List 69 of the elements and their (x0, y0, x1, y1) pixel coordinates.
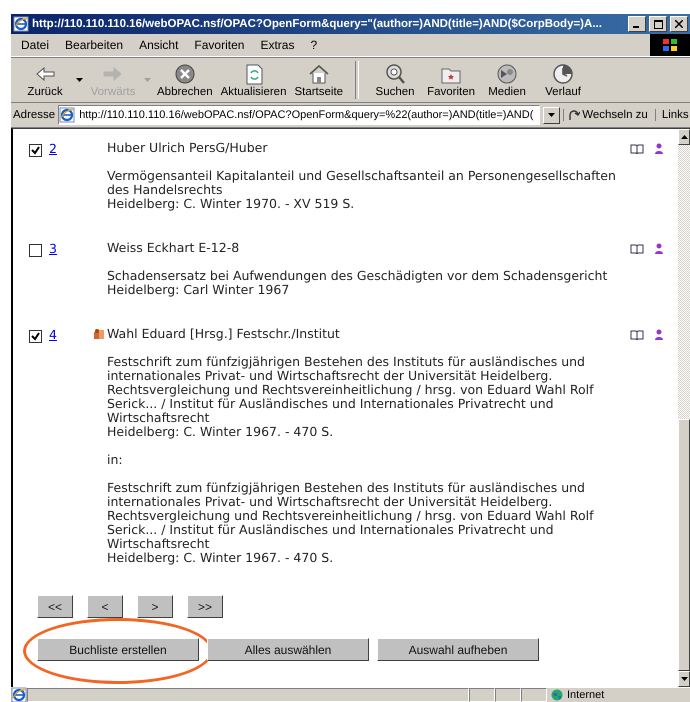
status-panel (521, 688, 547, 702)
menu-item[interactable]: Favoriten (186, 38, 252, 52)
menu-item[interactable]: ? (302, 38, 326, 52)
page-button[interactable]: < (87, 595, 123, 618)
book-icon[interactable] (630, 143, 644, 154)
result-description: Schadensersatz bei Aufwendungen des Geschädigten vor dem Schadensgericht Heidelberg: Carl Winter 1967 (107, 269, 608, 297)
stop-icon (172, 62, 197, 86)
result-description: Festschrift zum fünfzigjährigen Bestehen des Instituts für ausländisches und internationales Privat- und Wirtschaftsrecht der Universität Heidelberg. Rechtsvergleichung und Rechtsvereinheitlichung / hrsg. von Eduard Wahl Rolf Serick... / Institut für Ausländisches und Internationales Privatrecht und Wirtschaftsrecht Heidelberg: C. Winter 1967. - 470 S. (107, 481, 595, 565)
media-icon (495, 62, 520, 86)
maximize-icon (654, 20, 662, 28)
result-description: Vermögensanteil Kapitalanteil und Gesellschaftsanteil an Personengesellschaften des Handelsrechts Heidelberg: C. Winter 1970. - XV 519 S. (107, 169, 617, 211)
person-icon[interactable] (654, 243, 664, 254)
toolbar-button[interactable]: Zurück (17, 58, 73, 102)
browser-icon (13, 16, 29, 32)
address-label: Adresse (13, 109, 56, 121)
result-number-link[interactable]: 4 (49, 327, 57, 342)
scroll-up-icon[interactable] (680, 135, 688, 139)
result-heading: Huber Ulrich PersG/Huber (107, 141, 268, 155)
page-button[interactable]: << (37, 595, 73, 618)
maximize-button[interactable] (649, 16, 667, 32)
close-button[interactable] (670, 16, 688, 32)
page-button[interactable]: >> (187, 595, 223, 618)
menu-item[interactable]: Extras (252, 38, 302, 52)
toolbar-button[interactable]: Aktualisieren (216, 58, 290, 102)
address-field[interactable]: http://110.110.110.16/webOPAC.nsf/OPAC?OpenForm&query=%22(author=)AND(title=)AND( (58, 105, 540, 125)
result-heading: Wahl Eduard [Hrsg.] Festschr./Institut (107, 327, 340, 341)
action-button[interactable]: Alles auswählen (207, 638, 369, 661)
book-icon[interactable] (630, 329, 644, 340)
toolbar-button[interactable]: Startseite (290, 58, 348, 102)
close-icon (675, 20, 683, 28)
toolbar-button[interactable]: Suchen (367, 58, 424, 102)
result-description: Festschrift zum fünfzigjährigen Bestehen des Instituts für ausländisches und internationales Privat- und Wirtschaftsrecht der Universität Heidelberg. Rechtsvergleichung und Rechtsvereinheitlichung / hrsg. von Eduard Wahl Rolf Serick... / Institut für Ausländisches und Internationales Privatrecht und Wirtschaftsrecht Heidelberg: C. Winter 1967. - 470 S. (107, 355, 595, 439)
windows-logo-icon (650, 34, 690, 56)
checkbox[interactable] (29, 244, 42, 257)
clock-icon (551, 62, 576, 86)
scrollbar[interactable] (678, 129, 690, 687)
zone-label: Internet (567, 689, 604, 701)
page-button[interactable]: > (137, 595, 173, 618)
action-button[interactable]: Buchliste erstellen (37, 638, 199, 661)
action-button[interactable]: Auswahl aufheben (377, 638, 539, 661)
result-number-link[interactable]: 2 (49, 141, 57, 156)
window-title: http://110.110.110.16/webOPAC.nsf/OPAC?OpenForm&query="(author=)AND(title=)AND($CorpBody=)A... (32, 18, 603, 30)
page-icon (59, 107, 76, 123)
menu-item[interactable]: Ansicht (131, 38, 186, 52)
checkbox[interactable] (29, 330, 42, 343)
menu-item[interactable]: Bearbeiten (57, 38, 132, 52)
toolbar-button[interactable]: Abbrechen (153, 58, 217, 102)
person-icon[interactable] (654, 329, 664, 340)
globe-icon (551, 689, 563, 701)
go-button[interactable]: Wechseln zu (563, 109, 652, 121)
result-description: in: (107, 453, 124, 467)
result-heading: Weiss Eckhart E-12-8 (107, 241, 240, 255)
toolbar-button[interactable]: Verlauf (535, 58, 592, 102)
result-number-link[interactable]: 3 (49, 241, 57, 256)
home-icon (306, 62, 331, 86)
menu-item[interactable]: Datei (13, 38, 58, 52)
toolbar-button[interactable]: Medien (479, 58, 536, 102)
caret-icon (548, 113, 556, 117)
dropdown-arrow-icon[interactable] (76, 78, 82, 82)
checkbox[interactable] (29, 144, 42, 157)
minimize-button[interactable] (628, 16, 646, 32)
go-arrow-icon (568, 109, 580, 121)
dropdown-button[interactable] (543, 106, 560, 124)
toolbar-button[interactable]: Favoriten (423, 58, 480, 102)
book-icon[interactable] (630, 243, 644, 254)
person-icon[interactable] (654, 143, 664, 154)
scroll-down-icon[interactable] (680, 677, 688, 681)
status-panel (495, 688, 521, 702)
links-button[interactable]: Links (654, 109, 689, 121)
